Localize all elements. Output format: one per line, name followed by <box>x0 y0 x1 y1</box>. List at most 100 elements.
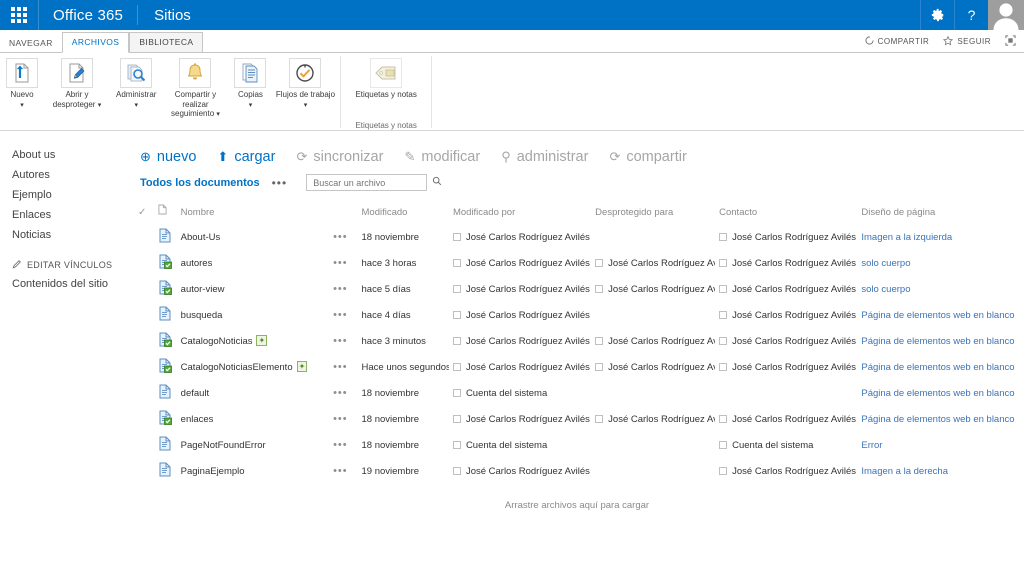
sync-command[interactable]: ⟳ sincronizar <box>296 149 383 165</box>
avatar[interactable] <box>988 0 1024 30</box>
row-name[interactable]: About-Us <box>177 224 329 250</box>
row-select-checkbox[interactable] <box>134 432 154 458</box>
app-launcher-icon[interactable] <box>0 0 38 30</box>
row-layout[interactable]: Página de elementos web en blanco <box>857 354 1020 380</box>
search-input[interactable] <box>311 177 432 189</box>
tab-biblioteca[interactable]: BIBLIOTECA <box>129 32 203 53</box>
new-command[interactable]: ⊕ nuevo <box>140 149 196 165</box>
row-ellipsis-menu[interactable]: ••• <box>329 432 357 458</box>
office365-brand[interactable]: Office 365 <box>38 0 137 30</box>
header-select-all[interactable]: ✓ <box>134 201 154 224</box>
table-row[interactable]: PageNotFoundError•••18 noviembreCuenta d… <box>134 432 1020 458</box>
view-menu-ellipsis[interactable]: ••• <box>272 176 288 190</box>
tab-archivos[interactable]: ARCHIVOS <box>62 32 130 53</box>
drop-zone[interactable]: Arrastre archivos aquí para cargar <box>134 484 1020 511</box>
header-modified[interactable]: Modificado <box>358 201 449 224</box>
row-ellipsis-menu[interactable]: ••• <box>329 458 357 484</box>
header-modified-by[interactable]: Modificado por <box>449 201 591 224</box>
row-name[interactable]: default <box>177 380 329 406</box>
row-name[interactable]: CatalogoNoticias✦ <box>177 328 329 354</box>
row-select-checkbox[interactable] <box>134 354 154 380</box>
help-icon[interactable]: ? <box>954 0 988 30</box>
ribbon-button-flujos-trabajo[interactable]: Flujos de trabajo ▾ <box>270 56 340 110</box>
table-row[interactable]: enlaces•••18 noviembreJosé Carlos Rodríg… <box>134 406 1020 432</box>
row-select-checkbox[interactable] <box>134 458 154 484</box>
row-name-label[interactable]: PaginaEjemplo <box>181 466 245 477</box>
row-name-label[interactable]: About-Us <box>181 232 221 243</box>
row-layout[interactable]: Página de elementos web en blanco <box>857 328 1020 354</box>
table-row[interactable]: CatalogoNoticias✦•••hace 3 minutosJosé C… <box>134 328 1020 354</box>
header-layout[interactable]: Diseño de página <box>857 201 1020 224</box>
row-ellipsis-menu[interactable]: ••• <box>329 224 357 250</box>
ribbon-button-administrar[interactable]: Administrar▾ <box>112 56 160 110</box>
search-box[interactable] <box>306 174 427 191</box>
table-row[interactable]: CatalogoNoticiasElemento✦•••Hace unos se… <box>134 354 1020 380</box>
gear-icon[interactable] <box>920 0 954 30</box>
row-name[interactable]: autor-view <box>177 276 329 302</box>
row-layout[interactable]: solo cuerpo <box>857 276 1020 302</box>
row-name-label[interactable]: busqueda <box>181 310 223 321</box>
header-checked-out[interactable]: Desprotegido para <box>591 201 715 224</box>
upload-command[interactable]: ⬆ cargar <box>217 149 275 165</box>
ribbon-button-copias[interactable]: Copias▾ <box>230 56 270 110</box>
row-name[interactable]: busqueda <box>177 302 329 328</box>
site-contents-link[interactable]: Contenidos del sitio <box>10 275 132 290</box>
row-name-label[interactable]: autor-view <box>181 284 225 295</box>
row-select-checkbox[interactable] <box>134 380 154 406</box>
table-row[interactable]: autor-view•••hace 5 díasJosé Carlos Rodr… <box>134 276 1020 302</box>
share-command[interactable]: ⟳ compartir <box>609 149 686 165</box>
row-name-label[interactable]: default <box>181 388 210 399</box>
row-layout[interactable]: Imagen a la derecha <box>857 458 1020 484</box>
row-name-label[interactable]: CatalogoNoticiasElemento <box>181 362 293 373</box>
row-layout[interactable]: Error <box>857 432 1020 458</box>
edit-command[interactable]: ✎ modificar <box>404 149 480 165</box>
magnifier-icon[interactable] <box>432 176 442 189</box>
row-select-checkbox[interactable] <box>134 276 154 302</box>
share-action[interactable]: COMPARTIR <box>865 36 930 47</box>
ribbon-button-compartir-seguimiento[interactable]: Compartir y realizar seguimiento ▾ <box>160 56 230 120</box>
ribbon-button-abrir-desproteger[interactable]: Abrir y desproteger ▾ <box>42 56 112 110</box>
sidebar-item-autores[interactable]: Autores <box>10 165 132 185</box>
row-name-label[interactable]: CatalogoNoticias <box>181 336 253 347</box>
row-layout[interactable]: Página de elementos web en blanco <box>857 302 1020 328</box>
tab-navegar[interactable]: NAVEGAR <box>0 34 62 53</box>
sidebar-item-about-us[interactable]: About us <box>10 145 132 165</box>
row-name-label[interactable]: PageNotFoundError <box>181 440 266 451</box>
row-layout[interactable]: solo cuerpo <box>857 250 1020 276</box>
row-select-checkbox[interactable] <box>134 250 154 276</box>
manage-command[interactable]: ⚲ administrar <box>501 149 588 165</box>
table-row[interactable]: About-Us•••18 noviembreJosé Carlos Rodrí… <box>134 224 1020 250</box>
row-layout[interactable]: Página de elementos web en blanco <box>857 406 1020 432</box>
row-ellipsis-menu[interactable]: ••• <box>329 406 357 432</box>
table-row[interactable]: busqueda•••hace 4 díasJosé Carlos Rodríg… <box>134 302 1020 328</box>
sidebar-item-enlaces[interactable]: Enlaces <box>10 205 132 225</box>
current-view-name[interactable]: Todos los documentos <box>140 177 260 189</box>
row-name[interactable]: PageNotFoundError <box>177 432 329 458</box>
ribbon-button-nuevo[interactable]: Nuevo▾ <box>2 56 42 110</box>
row-name[interactable]: CatalogoNoticiasElemento✦ <box>177 354 329 380</box>
ribbon-button-etiquetas-notas[interactable]: Etiquetas y notas <box>351 56 420 100</box>
row-name[interactable]: PaginaEjemplo <box>177 458 329 484</box>
sidebar-item-noticias[interactable]: Noticias <box>10 225 132 245</box>
row-ellipsis-menu[interactable]: ••• <box>329 250 357 276</box>
row-layout[interactable]: Página de elementos web en blanco <box>857 380 1020 406</box>
row-name-label[interactable]: autores <box>181 258 213 269</box>
row-select-checkbox[interactable] <box>134 328 154 354</box>
table-row[interactable]: default•••18 noviembreCuenta del sistema… <box>134 380 1020 406</box>
follow-action[interactable]: SEGUIR <box>943 36 991 48</box>
row-name-label[interactable]: enlaces <box>181 414 214 425</box>
sidebar-item-ejemplo[interactable]: Ejemplo <box>10 185 132 205</box>
row-layout[interactable]: Imagen a la izquierda <box>857 224 1020 250</box>
row-ellipsis-menu[interactable]: ••• <box>329 354 357 380</box>
header-contact[interactable]: Contacto <box>715 201 857 224</box>
row-ellipsis-menu[interactable]: ••• <box>329 328 357 354</box>
row-select-checkbox[interactable] <box>134 224 154 250</box>
edit-links-button[interactable]: EDITAR VÍNCULOS <box>10 245 132 275</box>
row-select-checkbox[interactable] <box>134 302 154 328</box>
row-ellipsis-menu[interactable]: ••• <box>329 302 357 328</box>
focus-on-content-action[interactable] <box>1005 35 1016 48</box>
header-type[interactable] <box>154 201 176 224</box>
row-name[interactable]: autores <box>177 250 329 276</box>
table-row[interactable]: autores•••hace 3 horasJosé Carlos Rodríg… <box>134 250 1020 276</box>
row-select-checkbox[interactable] <box>134 406 154 432</box>
